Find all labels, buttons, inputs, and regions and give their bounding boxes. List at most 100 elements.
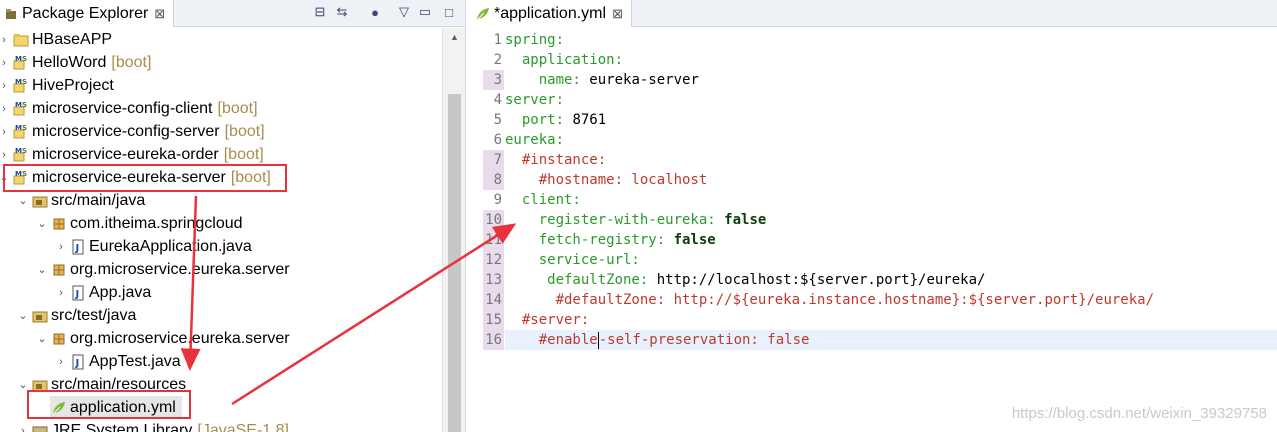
code-line[interactable]: server:	[505, 90, 564, 110]
focus-icon[interactable]: ●	[366, 3, 384, 21]
chevron-right-icon[interactable]: ›	[0, 51, 9, 74]
code-token: defaultZone:	[505, 272, 657, 288]
code-line[interactable]: port: 8761	[505, 110, 606, 130]
code-line[interactable]: defaultZone: http://localhost:${server.p…	[505, 270, 985, 290]
chevron-right-icon[interactable]: ›	[0, 120, 9, 143]
code-token: #enable	[505, 332, 598, 348]
tree-item-label: EurekaApplication.java	[89, 237, 252, 255]
chevron-right-icon[interactable]: ›	[0, 28, 9, 51]
link-with-editor-icon[interactable]: ⇆	[333, 3, 351, 21]
tree-item[interactable]: J App.java	[69, 281, 151, 304]
tree-item[interactable]: com.itheima.springcloud	[50, 212, 243, 235]
tree-item-label: HelloWord	[32, 53, 107, 71]
code-line[interactable]: eureka:	[505, 130, 564, 150]
chevron-right-icon[interactable]: ›	[18, 419, 28, 432]
chevron-right-icon[interactable]: ›	[56, 350, 66, 373]
tree-item[interactable]: JRE System Library [JavaSE-1.8]	[31, 419, 289, 432]
line-number: 12	[483, 250, 504, 270]
code-line[interactable]: service-url:	[505, 250, 640, 270]
svg-text:J: J	[74, 289, 79, 300]
tree-item[interactable]: org.microservice.eureka.server	[50, 327, 290, 350]
tree-item[interactable]: M Smicroservice-eureka-order [boot]	[12, 143, 264, 166]
code-line[interactable]: #defaultZone: http://${eureka.instance.h…	[505, 290, 1154, 310]
package-icon	[50, 215, 67, 232]
minimize-icon[interactable]: ▭	[416, 3, 434, 21]
svg-text:M: M	[15, 78, 22, 86]
tab-application-yml[interactable]: *application.yml ⊠	[468, 0, 632, 27]
svg-text:M: M	[15, 124, 22, 132]
code-line[interactable]: spring:	[505, 30, 564, 50]
tree-item[interactable]: J AppTest.java	[69, 350, 181, 373]
tree-item[interactable]: M S HiveProject	[12, 74, 114, 97]
tree-item-label: com.itheima.springcloud	[70, 214, 243, 232]
tree-item-label: App.java	[89, 283, 152, 301]
chevron-down-icon[interactable]: ⌄	[37, 212, 47, 235]
code-token: service-url:	[505, 252, 640, 268]
maven-project-icon: MS	[12, 123, 29, 140]
close-icon[interactable]: ⊠	[612, 6, 623, 22]
package-explorer-tabbar: Package Explorer ⊠ ⊟ ⇆ ● ▽ ▭ □	[0, 0, 465, 27]
vertical-scrollbar[interactable]: ▲	[442, 28, 465, 432]
project-tree: › HBaseAPP › M S HelloWord [boot] › M S HiveProjec…	[0, 28, 442, 432]
line-number: 1	[493, 32, 502, 48]
tree-item-label: org.microservice.eureka.server	[70, 260, 290, 278]
maximize-icon[interactable]: □	[440, 3, 458, 21]
code-line[interactable]: fetch-registry: false	[505, 230, 716, 250]
code-line[interactable]: #instance:	[505, 150, 606, 170]
package-explorer-icon	[2, 5, 19, 22]
scrollbar-thumb[interactable]	[448, 94, 461, 432]
code-line[interactable]: #hostname: localhost	[505, 170, 708, 190]
chevron-right-icon[interactable]: ›	[0, 97, 9, 120]
tree-item[interactable]: J EurekaApplication.java	[69, 235, 252, 258]
svg-text:S: S	[22, 55, 27, 63]
svg-text:M: M	[15, 101, 22, 109]
editor-tabbar: *application.yml ⊠	[468, 0, 1277, 27]
chevron-down-icon[interactable]: ⌄	[37, 258, 47, 281]
svg-text:J: J	[74, 358, 79, 369]
source-folder-icon	[31, 192, 48, 209]
tree-item[interactable]: src/test/java	[31, 304, 136, 327]
tree-item[interactable]: M S HelloWord [boot]	[12, 51, 151, 74]
code-token: name:	[505, 72, 590, 88]
java-file-icon: J	[69, 238, 86, 255]
line-number: 8	[483, 170, 504, 190]
tree-item-label: src/test/java	[51, 306, 137, 324]
tree-item[interactable]: M Smicroservice-config-server [boot]	[12, 120, 265, 143]
highlight-box-project	[3, 164, 287, 192]
line-number: 11	[483, 230, 504, 250]
close-icon[interactable]: ⊠	[154, 6, 165, 22]
collapse-all-icon[interactable]: ⊟	[311, 3, 329, 21]
tree-item[interactable]: org.microservice.eureka.server	[50, 258, 290, 281]
project-folder-icon	[12, 31, 29, 48]
line-number: 7	[483, 150, 504, 170]
tab-package-explorer[interactable]: Package Explorer ⊠	[0, 0, 175, 27]
code-line[interactable]: application:	[505, 50, 623, 70]
view-menu-icon[interactable]: ▽	[395, 3, 413, 21]
line-number: 14	[483, 290, 504, 310]
chevron-right-icon[interactable]: ›	[56, 281, 66, 304]
scroll-up-icon[interactable]: ▲	[443, 28, 465, 46]
tree-item-label: microservice-eureka-order	[32, 145, 219, 163]
chevron-right-icon[interactable]: ›	[56, 235, 66, 258]
code-line[interactable]: #enable-self-preservation: false	[505, 330, 1277, 350]
code-area[interactable]: spring: application: name: eureka-server…	[505, 28, 1277, 432]
line-number: 5	[493, 112, 502, 128]
tree-item[interactable]: src/main/java	[31, 189, 145, 212]
chevron-right-icon[interactable]: ›	[0, 143, 9, 166]
tree-item-label: AppTest.java	[89, 352, 181, 370]
chevron-right-icon[interactable]: ›	[0, 74, 9, 97]
tree-item[interactable]: HBaseAPP	[12, 28, 112, 51]
line-number: 6	[493, 132, 502, 148]
code-line[interactable]: client:	[505, 190, 581, 210]
code-line[interactable]: #server:	[505, 310, 589, 330]
code-line[interactable]: register-with-eureka: false	[505, 210, 767, 230]
maven-project-icon: MS	[12, 77, 29, 94]
chevron-down-icon[interactable]: ⌄	[37, 327, 47, 350]
java-file-icon: J	[69, 284, 86, 301]
chevron-down-icon[interactable]: ⌄	[18, 304, 28, 327]
chevron-down-icon[interactable]: ⌄	[18, 189, 28, 212]
line-number: 2	[493, 52, 502, 68]
code-token: #server:	[505, 312, 590, 328]
code-line[interactable]: name: eureka-server	[505, 70, 699, 90]
tree-item[interactable]: M Smicroservice-config-client [boot]	[12, 97, 258, 120]
